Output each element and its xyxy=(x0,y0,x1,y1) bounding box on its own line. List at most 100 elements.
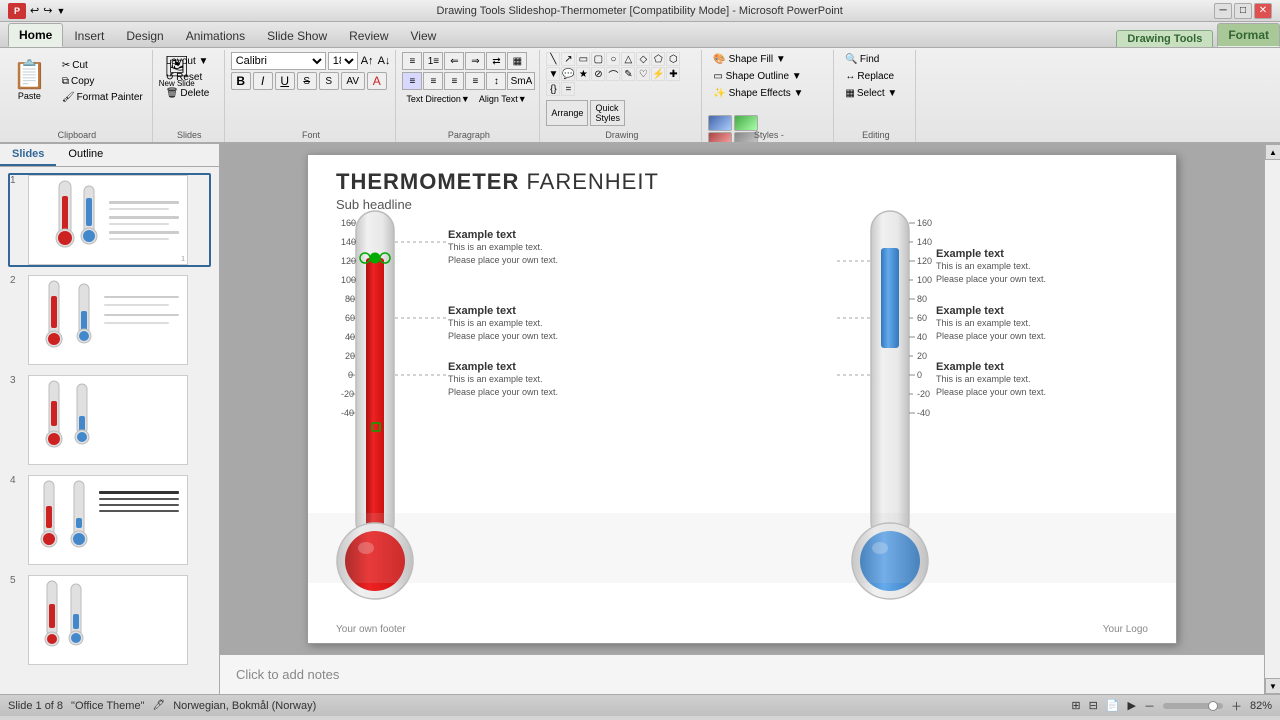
outline-tab[interactable]: Outline xyxy=(56,144,115,166)
star-shape[interactable]: ★ xyxy=(576,67,590,81)
arrow-shape[interactable]: ↗ xyxy=(561,52,575,66)
triangle-shape[interactable]: △ xyxy=(621,52,635,66)
tab-design[interactable]: Design xyxy=(115,24,174,47)
numbered-list-btn[interactable]: 1≡ xyxy=(423,52,443,70)
redo-btn[interactable]: ↪ xyxy=(43,4,52,17)
columns-btn[interactable]: ▦ xyxy=(507,52,527,70)
tab-insert[interactable]: Insert xyxy=(63,24,115,47)
zoom-in-btn[interactable]: ＋ xyxy=(1231,698,1242,714)
shape-effects-button[interactable]: ✨ Shape Effects ▼ xyxy=(708,86,829,101)
font-spacing-btn[interactable]: AV xyxy=(341,72,365,90)
rounded-rect-shape[interactable]: ▢ xyxy=(591,52,605,66)
arrange-button[interactable]: Arrange xyxy=(546,100,588,126)
delete-button[interactable]: 🗑 Delete xyxy=(161,86,218,101)
rect-shape[interactable]: ▭ xyxy=(576,52,590,66)
notes-area[interactable]: Click to add notes xyxy=(220,654,1264,694)
slide-thumb-2[interactable]: 2 xyxy=(8,273,211,367)
format-painter-button[interactable]: 🖌Format Painter xyxy=(57,90,148,105)
callout-2-right: Example text This is an example text.Ple… xyxy=(936,305,1046,342)
callout-r1-title: Example text xyxy=(936,248,1046,260)
style-3[interactable] xyxy=(734,115,758,131)
bracket-shape[interactable]: {} xyxy=(546,82,560,96)
font-size-select[interactable]: 18 xyxy=(328,52,358,70)
lightning-shape[interactable]: ⚡ xyxy=(651,67,665,81)
tab-animations[interactable]: Animations xyxy=(175,24,256,47)
copy-button[interactable]: ⧉Copy xyxy=(57,74,148,89)
bold-btn[interactable]: B xyxy=(231,72,251,90)
text-direction-btn[interactable]: Text Direction▼ xyxy=(402,92,473,106)
cross-shape[interactable]: ✚ xyxy=(666,67,680,81)
cut-button[interactable]: ✂Cut xyxy=(57,58,148,73)
qa-dropdown[interactable]: ▼ xyxy=(56,6,65,16)
slide-thumb-5[interactable]: 5 xyxy=(8,573,211,667)
align-center-btn[interactable]: ≡ xyxy=(423,72,443,90)
slide-canvas[interactable]: THERMOMETER FARENHEIT Sub headline xyxy=(307,154,1177,644)
scroll-down-btn[interactable]: ▼ xyxy=(1265,678,1280,694)
equal-shape[interactable]: = xyxy=(561,82,575,96)
scroll-up-btn[interactable]: ▲ xyxy=(1265,144,1280,160)
ban-shape[interactable]: ⊘ xyxy=(591,67,605,81)
pentagon-shape[interactable]: ⬠ xyxy=(651,52,665,66)
view-slide-sorter-btn[interactable]: ⊟ xyxy=(1089,699,1098,712)
shadow-btn[interactable]: S xyxy=(319,72,339,90)
heart-shape[interactable]: ♡ xyxy=(636,67,650,81)
underline-btn[interactable]: U xyxy=(275,72,295,90)
zoom-slider[interactable] xyxy=(1163,703,1223,709)
justify-btn[interactable]: ≡ xyxy=(465,72,485,90)
close-btn[interactable]: ✕ xyxy=(1254,3,1272,19)
paste-button[interactable]: 📋 Paste xyxy=(6,54,53,105)
view-slideshow-btn[interactable]: ▶ xyxy=(1128,699,1136,712)
increase-indent-btn[interactable]: ⇒ xyxy=(465,52,485,70)
find-button[interactable]: 🔍 Find xyxy=(840,52,911,67)
view-normal-btn[interactable]: ⊞ xyxy=(1071,699,1080,712)
align-left-btn[interactable]: ≡ xyxy=(402,72,422,90)
curve-shape[interactable]: ⌒ xyxy=(606,67,620,81)
smartart-btn[interactable]: SmA xyxy=(507,72,535,90)
hexagon-shape[interactable]: ⬡ xyxy=(666,52,680,66)
style-1[interactable] xyxy=(708,115,732,131)
font-color-btn[interactable]: A xyxy=(367,72,387,90)
diamond-shape[interactable]: ◇ xyxy=(636,52,650,66)
zoom-out-btn[interactable]: － xyxy=(1144,698,1155,714)
tab-view[interactable]: View xyxy=(400,24,448,47)
svg-text:60: 60 xyxy=(917,313,927,323)
tab-format[interactable]: Format xyxy=(1217,23,1280,47)
align-right-btn[interactable]: ≡ xyxy=(444,72,464,90)
callout-shape[interactable]: 💬 xyxy=(561,67,575,81)
right-scrollbar: ▲ ▼ xyxy=(1264,144,1280,694)
rtl-btn[interactable]: ⇄ xyxy=(486,52,506,70)
decrease-indent-btn[interactable]: ⇐ xyxy=(444,52,464,70)
slide-thumb-4[interactable]: 4 xyxy=(8,473,211,567)
shape-fill-button[interactable]: 🎨 Shape Fill ▼ xyxy=(708,52,829,67)
strikethrough-btn[interactable]: S xyxy=(297,72,317,90)
tab-review[interactable]: Review xyxy=(338,24,399,47)
italic-btn[interactable]: I xyxy=(253,72,273,90)
maximize-btn[interactable]: □ xyxy=(1234,3,1252,19)
bullet-list-btn[interactable]: ≡ xyxy=(402,52,422,70)
tab-slideshow[interactable]: Slide Show xyxy=(256,24,338,47)
line-shape[interactable]: ╲ xyxy=(546,52,560,66)
more-shapes[interactable]: ▼ xyxy=(546,67,560,81)
slide-thumb-1[interactable]: 1 xyxy=(8,173,211,267)
new-slide-button[interactable]: 🖼 New Slide xyxy=(159,54,195,88)
font-family-select[interactable]: Calibri xyxy=(231,52,326,70)
minimize-btn[interactable]: ─ xyxy=(1214,3,1232,19)
increase-font-btn[interactable]: A↑ xyxy=(360,54,375,68)
slides-tab[interactable]: Slides xyxy=(0,144,56,166)
undo-btn[interactable]: ↩ xyxy=(30,4,39,17)
replace-button[interactable]: ↔ Replace xyxy=(840,69,911,84)
line-spacing-btn[interactable]: ↕ xyxy=(486,72,506,90)
shape-outline-button[interactable]: ▭ Shape Outline ▼ xyxy=(708,69,829,84)
right-thermometer-section: 160 140 120 100 80 60 40 20 0 -20 -40 xyxy=(836,203,1156,643)
align-text-btn[interactable]: Align Text▼ xyxy=(475,92,531,106)
slide-thumb-3[interactable]: 3 xyxy=(8,373,211,467)
freeform-shape[interactable]: ✎ xyxy=(621,67,635,81)
select-button[interactable]: ▦ Select ▼ xyxy=(840,86,911,101)
tab-home[interactable]: Home xyxy=(8,23,63,47)
decrease-font-btn[interactable]: A↓ xyxy=(377,54,392,68)
view-reading-btn[interactable]: 📄 xyxy=(1106,699,1120,712)
quick-styles-button[interactable]: QuickStyles xyxy=(590,100,625,126)
oval-shape[interactable]: ○ xyxy=(606,52,620,66)
svg-text:0: 0 xyxy=(917,370,922,380)
svg-text:-40: -40 xyxy=(917,408,930,418)
